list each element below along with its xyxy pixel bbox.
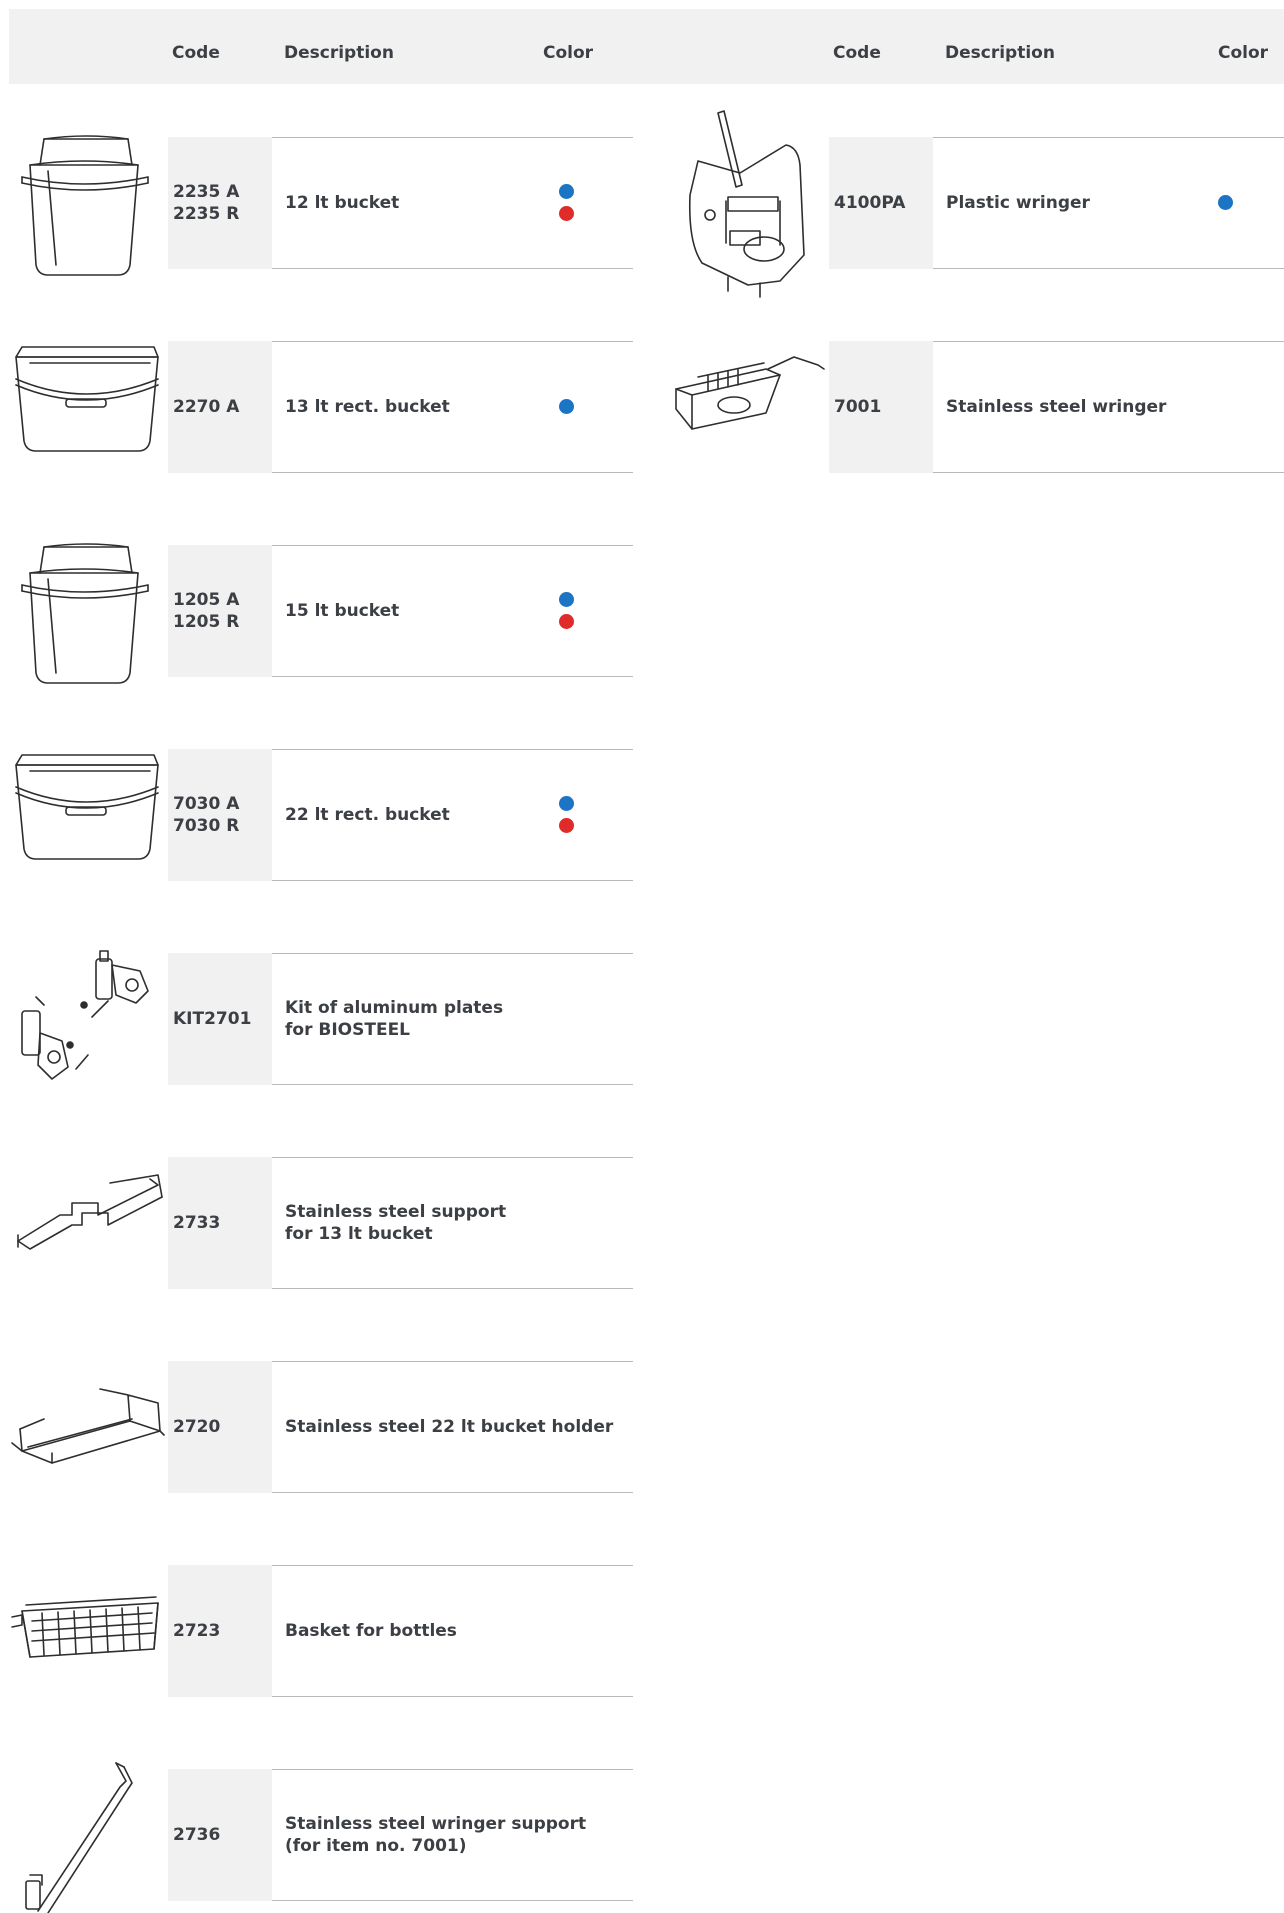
product-image (8, 125, 164, 281)
header-description-left: Description (284, 43, 394, 63)
product-code-line: 7030 A (173, 794, 240, 814)
color-dot-blue (559, 796, 574, 811)
rect-bucket-icon (15, 754, 159, 860)
product-description-line: Stainless steel 22 lt bucket holder (285, 1417, 614, 1437)
product-code-line: 2733 (173, 1213, 221, 1233)
color-dot-red (559, 818, 574, 833)
product-code: 2720 (173, 1416, 220, 1438)
product-description: Stainless steel 22 lt bucket holder (285, 1416, 613, 1438)
product-code-line: 2270 A (173, 397, 240, 417)
product-code-line: 7030 R (173, 816, 240, 836)
product-code: 7030 A 7030 R (173, 793, 239, 837)
product-image (8, 737, 164, 893)
product-description: Stainless steel support for 13 lt bucket (285, 1201, 506, 1245)
header-code-right: Code (833, 43, 881, 63)
table-row: 2723 Basket for bottles (168, 1565, 633, 1697)
product-description: Kit of aluminum plates for BIOSTEEL (285, 997, 503, 1041)
product-image (8, 1349, 165, 1505)
product-description: Plastic wringer (946, 192, 1090, 214)
product-code-line: 4100PA (834, 193, 906, 213)
plastic-wringer-icon (688, 110, 805, 298)
product-description-line: Plastic wringer (946, 193, 1090, 213)
color-dot-red (559, 206, 574, 221)
product-description-line: 15 lt bucket (285, 601, 400, 621)
color-dot-blue (559, 592, 574, 607)
product-image (8, 1553, 164, 1709)
product-description-line: Basket for bottles (285, 1621, 457, 1641)
table-row: KIT2701 Kit of aluminum plates for BIOSTEE… (168, 953, 633, 1085)
product-image (8, 329, 164, 485)
product-code-line: 2736 (173, 1825, 221, 1845)
product-code: 2270 A (173, 396, 239, 418)
wire-support-icon (17, 1174, 163, 1250)
product-code: 7001 (834, 396, 881, 418)
product-description-line: (for item no. 7001) (285, 1836, 467, 1856)
product-description-line: Stainless steel wringer (946, 397, 1167, 417)
product-code: 4100PA (834, 192, 905, 214)
product-code: 1205 A 1205 R (173, 589, 239, 633)
product-description: Stainless steel wringer (946, 396, 1166, 418)
product-description-line: 12 lt bucket (285, 193, 400, 213)
product-description-line: Stainless steel support (285, 1202, 507, 1222)
color-dot-blue (1218, 195, 1233, 210)
product-description-line: Kit of aluminum plates (285, 998, 504, 1018)
table-row: 1205 A 1205 R 15 lt bucket (168, 545, 633, 677)
header-color-right: Color (1218, 43, 1269, 63)
product-code-line: 1205 R (173, 612, 240, 632)
product-description: Basket for bottles (285, 1620, 457, 1642)
header-color-left: Color (543, 43, 594, 63)
product-code-line: 2235 A (173, 182, 240, 202)
product-code: 2736 (173, 1824, 220, 1846)
product-code: KIT2701 (173, 1008, 251, 1030)
table-row: 2736 Stainless steel wringer support (for … (168, 1769, 633, 1901)
product-code-line: 2235 R (173, 204, 240, 224)
product-code: 2733 (173, 1212, 220, 1234)
product-image (8, 533, 164, 689)
table-row: 4100PA Plastic wringer (829, 137, 1284, 269)
rect-bucket-icon (15, 346, 159, 452)
product-description-line: for BIOSTEEL (285, 1020, 411, 1040)
product-code-line: 2723 (173, 1621, 221, 1641)
wringer-support-icon (25, 1762, 133, 1913)
steel-wringer-icon (675, 356, 825, 430)
product-description: Stainless steel wringer support (for item… (285, 1813, 586, 1857)
table-row: 2270 A 13 lt rect. bucket (168, 341, 633, 473)
color-dot-blue (559, 399, 574, 414)
header-description-right: Description (945, 43, 1055, 63)
product-description: 12 lt bucket (285, 192, 399, 214)
product-code-line: 7001 (834, 397, 882, 417)
table-row: 7001 Stainless steel wringer (829, 341, 1284, 473)
product-image (8, 1145, 164, 1301)
bucket-holder-icon (11, 1388, 165, 1464)
product-description: 15 lt bucket (285, 600, 399, 622)
table-row: 2720 Stainless steel 22 lt bucket holder (168, 1361, 633, 1493)
table-row: 2733 Stainless steel support for 13 lt buc… (168, 1157, 633, 1289)
basket-icon (11, 1596, 159, 1658)
product-code: 2235 A 2235 R (173, 181, 239, 225)
header-code-left: Code (172, 43, 220, 63)
product-description-line: 13 lt rect. bucket (285, 397, 450, 417)
product-image (8, 1757, 164, 1913)
product-description: 22 lt rect. bucket (285, 804, 450, 826)
product-code-line: 1205 A (173, 590, 240, 610)
product-image (668, 329, 825, 485)
color-dot-red (559, 614, 574, 629)
table-header: Code Description Color Code Description … (9, 9, 1284, 84)
product-description: 13 lt rect. bucket (285, 396, 450, 418)
color-dot-blue (559, 184, 574, 199)
table-row: 7030 A 7030 R 22 lt rect. bucket (168, 749, 633, 881)
product-description-line: Stainless steel wringer support (285, 1814, 587, 1834)
plates-kit-icon (21, 950, 149, 1080)
bucket-icon (21, 543, 149, 684)
product-description-line: 22 lt rect. bucket (285, 805, 450, 825)
table-row: 2235 A 2235 R 12 lt bucket (168, 137, 633, 269)
product-image (668, 105, 824, 298)
bucket-icon (21, 135, 149, 276)
product-code: 2723 (173, 1620, 220, 1642)
product-code-line: 2720 (173, 1417, 221, 1437)
product-image (8, 941, 164, 1097)
product-description-line: for 13 lt bucket (285, 1224, 433, 1244)
product-code-line: KIT2701 (173, 1009, 252, 1029)
